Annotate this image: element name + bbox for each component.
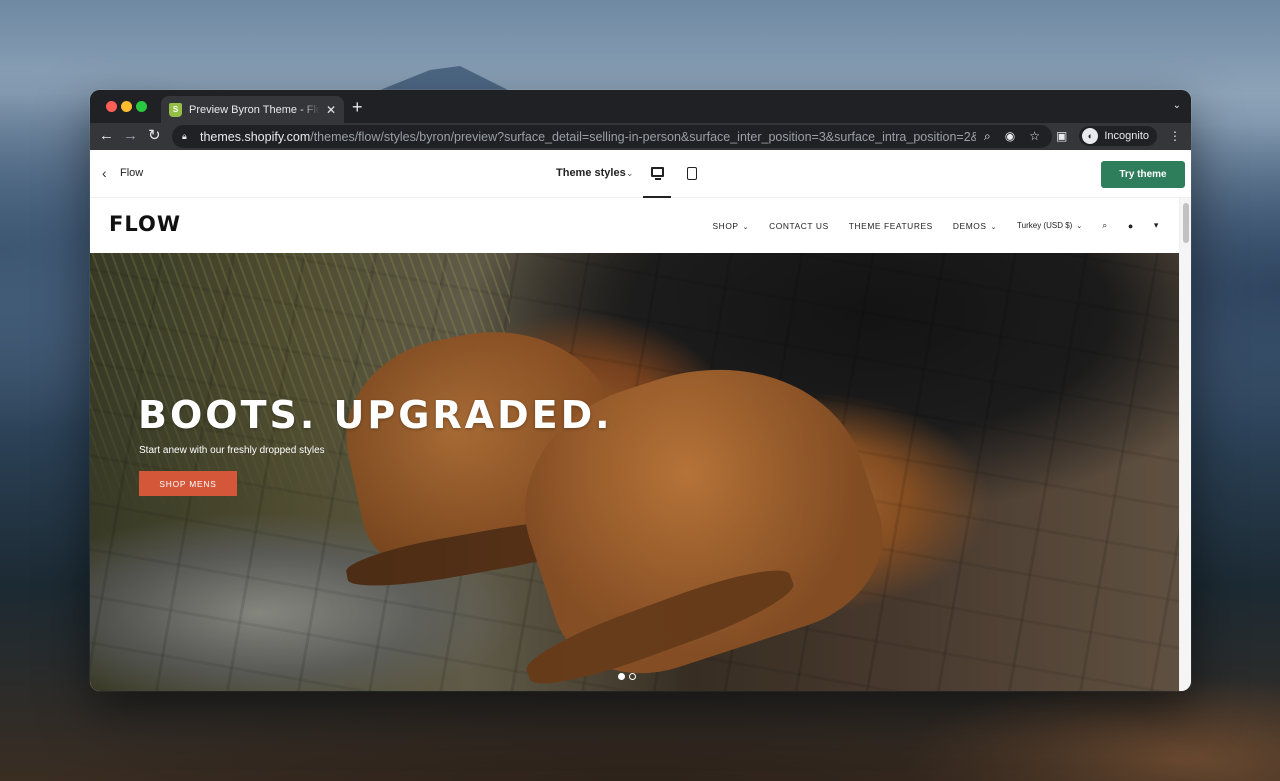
scrollbar-thumb[interactable] <box>1183 203 1189 243</box>
store-header: FLOW SHOP ⌄ CONTACT US THEME FEATURES DEM… <box>90 198 1179 253</box>
tab-search-chevron-icon[interactable]: ⌄ <box>1173 100 1181 111</box>
nav-demos-label: DEMOS <box>952 220 987 231</box>
bookmark-star-icon[interactable]: ☆ <box>1029 129 1040 144</box>
account-icon[interactable]: ● <box>1128 221 1134 231</box>
shop-mens-button[interactable]: SHOP MENS <box>139 471 237 496</box>
tab-title: Preview Byron Theme - Flow E <box>189 103 320 116</box>
maximize-window-button[interactable] <box>136 101 147 112</box>
browser-toolbar: ← → ↻ 🔒︎ themes.shopify.com/themes/flow/… <box>90 123 1191 150</box>
address-bar[interactable]: 🔒︎ themes.shopify.com/themes/flow/styles… <box>172 125 1052 148</box>
nav-theme-features[interactable]: THEME FEATURES <box>849 221 933 231</box>
preview-scrollbar[interactable] <box>1179 198 1191 691</box>
nav-demos[interactable]: DEMOS ⌄ <box>953 221 997 231</box>
hero-slideshow: BOOTS. UPGRADED. Start anew with our fre… <box>90 253 1179 691</box>
incognito-profile-button[interactable]: ◐ Incognito <box>1079 126 1157 146</box>
url-path: /themes/flow/styles/byron/preview?surfac… <box>310 129 977 144</box>
nav-shop[interactable]: SHOP ⌄ <box>712 221 749 231</box>
profile-label: Incognito <box>1104 130 1149 142</box>
new-tab-button[interactable]: + <box>352 97 363 117</box>
page-content: ‹ Flow Theme styles ⌄ Try theme FLOW SHO… <box>90 150 1191 691</box>
hero-overlay <box>90 253 1179 691</box>
desktop-icon <box>650 167 664 180</box>
store-logo[interactable]: FLOW <box>109 212 181 236</box>
tab-strip: S Preview Byron Theme - Flow E ✕ + ⌄ <box>90 90 1191 123</box>
currency-selector[interactable]: Turkey (USD $) ⌄ <box>1017 221 1082 230</box>
chevron-down-icon: ⌄ <box>1076 223 1083 230</box>
omnibox-actions: ⌕ ◉ ☆ <box>976 129 1052 144</box>
forward-arrow-icon[interactable]: → <box>123 127 138 145</box>
browser-window: S Preview Byron Theme - Flow E ✕ + ⌄ ← →… <box>90 90 1191 691</box>
search-icon[interactable]: ⌕ <box>1102 220 1108 231</box>
chevron-down-icon[interactable]: ⌄ <box>626 168 634 179</box>
theme-preview-bar: ‹ Flow Theme styles ⌄ Try theme <box>90 150 1191 198</box>
hero-subtitle: Start anew with our freshly dropped styl… <box>139 445 325 456</box>
minimize-window-button[interactable] <box>121 101 132 112</box>
nav-shop-label: SHOP <box>712 220 739 231</box>
toolbar-right: ▣ ◐ Incognito ⋮ <box>1056 126 1181 146</box>
currency-label: Turkey (USD $) <box>1017 221 1073 230</box>
reload-icon[interactable]: ↻ <box>148 127 161 145</box>
hero-title: BOOTS. UPGRADED. <box>138 393 613 437</box>
chevron-down-icon: ⌄ <box>990 223 998 231</box>
desktop-view-toggle[interactable] <box>643 158 671 198</box>
slideshow-dots <box>618 673 636 680</box>
zoom-icon[interactable]: ⌕ <box>984 129 991 144</box>
url-text[interactable]: themes.shopify.com/themes/flow/styles/by… <box>200 130 976 144</box>
browser-tab-active[interactable]: S Preview Byron Theme - Flow E ✕ <box>161 96 344 123</box>
slide-dot-2[interactable] <box>629 673 636 680</box>
store-nav: SHOP ⌄ CONTACT US THEME FEATURES DEMOS ⌄ T… <box>712 220 1159 231</box>
shopify-favicon-icon: S <box>169 102 182 117</box>
back-to-flow-link[interactable]: Flow <box>120 167 143 179</box>
side-panel-icon[interactable]: ▣ <box>1056 129 1067 143</box>
cart-icon[interactable]: ▾ <box>1154 220 1159 231</box>
mobile-view-toggle[interactable] <box>687 167 697 180</box>
tab-close-icon[interactable]: ✕ <box>326 103 336 117</box>
tracking-protection-icon[interactable]: ◉ <box>1005 129 1015 144</box>
lock-icon[interactable]: 🔒︎ <box>182 131 192 142</box>
try-theme-button[interactable]: Try theme <box>1101 161 1185 188</box>
incognito-icon: ◐ <box>1082 128 1099 144</box>
back-chevron-icon[interactable]: ‹ <box>102 165 107 181</box>
chevron-down-icon: ⌄ <box>742 223 750 231</box>
url-host: themes.shopify.com <box>200 129 311 144</box>
nav-contact[interactable]: CONTACT US <box>769 221 829 231</box>
browser-menu-icon[interactable]: ⋮ <box>1169 129 1181 143</box>
store-preview-frame: FLOW SHOP ⌄ CONTACT US THEME FEATURES DEM… <box>90 198 1179 691</box>
close-window-button[interactable] <box>106 101 117 112</box>
slide-dot-1[interactable] <box>618 673 625 680</box>
back-arrow-icon[interactable]: ← <box>99 127 114 145</box>
theme-styles-dropdown[interactable]: Theme styles <box>556 167 626 179</box>
